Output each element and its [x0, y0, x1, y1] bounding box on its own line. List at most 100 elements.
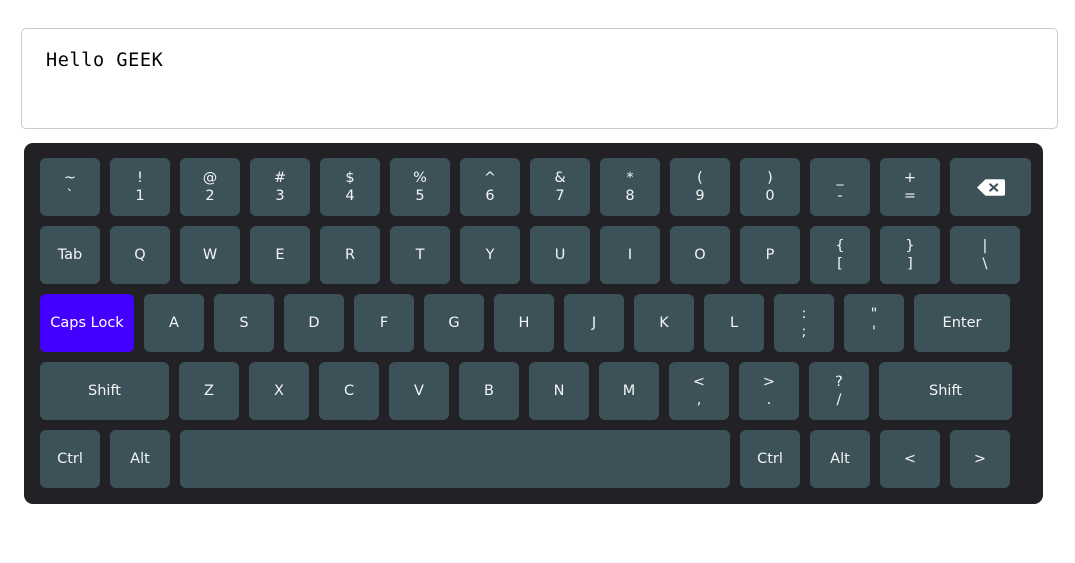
- key-legend-top: ~: [63, 170, 77, 187]
- key-caps-lock[interactable]: Caps Lock: [40, 294, 134, 352]
- key-legend-bottom: ': [872, 323, 876, 340]
- key-digit-3[interactable]: #3: [250, 158, 310, 216]
- key-key-z[interactable]: Z: [179, 362, 239, 420]
- key-bracket-right[interactable]: }]: [880, 226, 940, 284]
- key-shift-left[interactable]: Shift: [40, 362, 169, 420]
- key-legend-top: $: [345, 170, 355, 187]
- key-label: Alt: [830, 450, 850, 467]
- virtual-keyboard-app: Hello GEEK ~ `! 1 @2 #3 $4% 5 ^ 6 & 7 * 8(9) 0 _ - + = Tab…: [0, 0, 1075, 563]
- key-digit-5[interactable]: % 5: [390, 158, 450, 216]
- key-key-f[interactable]: F: [354, 294, 414, 352]
- key-bracket-left[interactable]: {[: [810, 226, 870, 284]
- key-key-q[interactable]: Q: [110, 226, 170, 284]
- key-legend-bottom: .: [766, 391, 772, 408]
- key-key-t[interactable]: T: [390, 226, 450, 284]
- key-label: A: [169, 314, 179, 331]
- number-row: ~ `! 1 @2 #3 $4% 5 ^ 6 & 7 * 8(9) 0 _ - + =: [24, 158, 1043, 216]
- key-key-x[interactable]: X: [249, 362, 309, 420]
- key-key-h[interactable]: H: [494, 294, 554, 352]
- key-minus[interactable]: _ -: [810, 158, 870, 216]
- key-equal[interactable]: + =: [880, 158, 940, 216]
- key-key-d[interactable]: D: [284, 294, 344, 352]
- key-key-k[interactable]: K: [634, 294, 694, 352]
- key-label: Shift: [88, 382, 121, 399]
- backspace-icon: [976, 178, 1006, 197]
- key-key-o[interactable]: O: [670, 226, 730, 284]
- key-key-i[interactable]: I: [600, 226, 660, 284]
- key-alt-right[interactable]: Alt: [810, 430, 870, 488]
- key-legend-bottom: \: [982, 255, 988, 272]
- key-label: P: [765, 246, 775, 263]
- key-period[interactable]: >.: [739, 362, 799, 420]
- key-backslash[interactable]: | \: [950, 226, 1020, 284]
- key-enter[interactable]: Enter: [914, 294, 1010, 352]
- key-legend-bottom: 6: [485, 187, 495, 204]
- key-label: E: [275, 246, 285, 263]
- shift-row: Shift Z X C V B N M <, >.? / Shift: [24, 362, 1043, 420]
- key-digit-0[interactable]: ) 0: [740, 158, 800, 216]
- home-row: Caps Lock A S D F G H J K L:; " ' Enter: [24, 294, 1043, 352]
- key-arrow-left[interactable]: <: [880, 430, 940, 488]
- bottom-row: Ctrl Alt Ctrl Alt < >: [24, 430, 1043, 488]
- key-key-m[interactable]: M: [599, 362, 659, 420]
- key-digit-8[interactable]: * 8: [600, 158, 660, 216]
- key-digit-9[interactable]: (9: [670, 158, 730, 216]
- key-space[interactable]: [180, 430, 730, 488]
- key-legend-bottom: 2: [205, 187, 215, 204]
- key-legend-top: _: [836, 170, 844, 187]
- key-label: L: [729, 314, 739, 331]
- key-label: W: [202, 246, 218, 263]
- key-legend-top: ): [767, 170, 773, 187]
- key-alt-left[interactable]: Alt: [110, 430, 170, 488]
- key-key-j[interactable]: J: [564, 294, 624, 352]
- key-label: Q: [134, 246, 146, 263]
- key-label: O: [694, 246, 706, 263]
- key-ctrl-left[interactable]: Ctrl: [40, 430, 100, 488]
- key-digit-1[interactable]: ! 1: [110, 158, 170, 216]
- key-key-g[interactable]: G: [424, 294, 484, 352]
- key-tab[interactable]: Tab: [40, 226, 100, 284]
- key-key-w[interactable]: W: [180, 226, 240, 284]
- key-legend-bottom: 3: [275, 187, 285, 204]
- key-key-n[interactable]: N: [529, 362, 589, 420]
- key-shift-right[interactable]: Shift: [879, 362, 1012, 420]
- key-label: Caps Lock: [50, 314, 124, 331]
- key-legend-bottom: ;: [801, 323, 807, 340]
- key-arrow-right[interactable]: >: [950, 430, 1010, 488]
- key-label: Z: [204, 382, 214, 399]
- key-semicolon[interactable]: :;: [774, 294, 834, 352]
- key-legend-bottom: 8: [625, 187, 635, 204]
- key-key-l[interactable]: L: [704, 294, 764, 352]
- key-key-r[interactable]: R: [320, 226, 380, 284]
- key-backquote[interactable]: ~ `: [40, 158, 100, 216]
- key-key-b[interactable]: B: [459, 362, 519, 420]
- key-key-v[interactable]: V: [389, 362, 449, 420]
- key-key-p[interactable]: P: [740, 226, 800, 284]
- key-slash[interactable]: ? /: [809, 362, 869, 420]
- key-key-e[interactable]: E: [250, 226, 310, 284]
- key-key-a[interactable]: A: [144, 294, 204, 352]
- key-legend-bottom: 5: [415, 187, 425, 204]
- key-key-c[interactable]: C: [319, 362, 379, 420]
- key-legend-bottom: -: [837, 187, 843, 204]
- key-key-u[interactable]: U: [530, 226, 590, 284]
- key-label: V: [414, 382, 424, 399]
- text-display-box[interactable]: Hello GEEK: [21, 28, 1058, 129]
- key-digit-4[interactable]: $4: [320, 158, 380, 216]
- key-key-y[interactable]: Y: [460, 226, 520, 284]
- key-label: X: [274, 382, 284, 399]
- key-backspace[interactable]: [950, 158, 1031, 216]
- key-digit-2[interactable]: @2: [180, 158, 240, 216]
- key-digit-6[interactable]: ^ 6: [460, 158, 520, 216]
- key-quote[interactable]: " ': [844, 294, 904, 352]
- key-label: I: [627, 246, 633, 263]
- key-legend-top: <: [692, 374, 706, 391]
- key-legend-top: &: [554, 170, 566, 187]
- key-ctrl-right[interactable]: Ctrl: [740, 430, 800, 488]
- key-digit-7[interactable]: & 7: [530, 158, 590, 216]
- key-label: Tab: [57, 246, 83, 263]
- key-comma[interactable]: <,: [669, 362, 729, 420]
- key-key-s[interactable]: S: [214, 294, 274, 352]
- key-label: R: [344, 246, 356, 263]
- key-legend-top: !: [137, 170, 143, 187]
